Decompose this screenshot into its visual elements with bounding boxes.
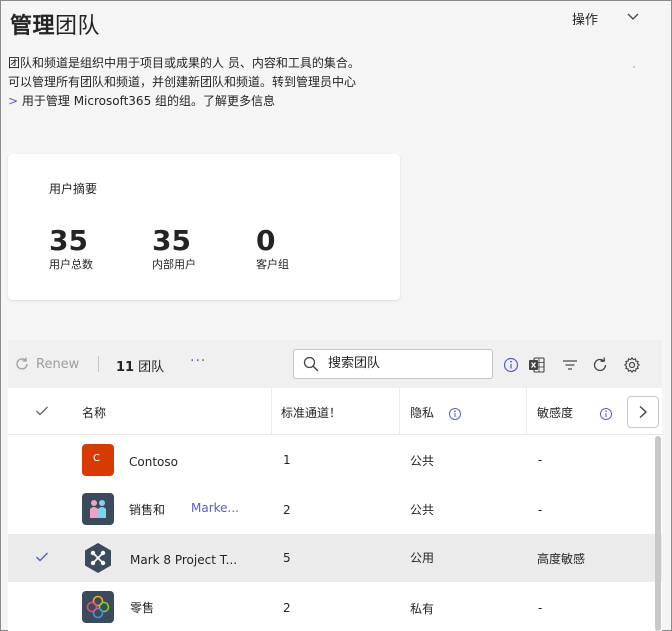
table-header: 名称 标准通道！ 隐私 敏感度 <box>8 388 662 435</box>
team-name[interactable]: Mark 8 Project T... <box>130 553 237 567</box>
avatar-letter: C <box>93 453 100 464</box>
channel-count: 5 <box>283 551 291 565</box>
table-row[interactable]: C Contoso 1 公共 - <box>8 436 662 484</box>
renew-icon <box>16 357 28 370</box>
channel-count: 2 <box>283 503 291 517</box>
column-divider <box>271 388 272 434</box>
toolbar-divider <box>98 356 99 372</box>
teams-table: 名称 标准通道！ 隐私 敏感度 C Contoso 1 公共 - 销售和 Mar… <box>8 388 662 631</box>
sensitivity-value: - <box>538 601 543 615</box>
table-row[interactable]: 销售和 Marke... 2 公共 - <box>8 485 662 533</box>
settings-gear-icon[interactable] <box>623 356 641 374</box>
channel-count: 2 <box>283 601 291 615</box>
page-title: 管理团队 <box>10 8 100 40</box>
stat-value: 35 <box>49 224 88 257</box>
chevron-down-icon[interactable] <box>626 10 640 24</box>
privacy-value: 公共 <box>410 503 435 517</box>
info-icon[interactable] <box>502 356 520 374</box>
stat-label: 内部用户 <box>152 258 196 271</box>
network-hexagon-icon <box>82 542 114 574</box>
info-icon[interactable] <box>599 407 613 421</box>
team-name[interactable]: Contoso <box>129 455 178 469</box>
row-selected-checkmark-icon[interactable] <box>35 551 49 563</box>
privacy-value: 公共 <box>410 454 435 468</box>
privacy-value: 私有 <box>410 602 435 616</box>
chevron-right-icon <box>639 405 648 419</box>
description: 团队和频道是组织中用于项目或成果的人 员、内容和工具的集合。 可以管理所有团队和… <box>8 54 408 111</box>
team-count-value: 11 <box>116 360 135 375</box>
filter-icon[interactable] <box>561 356 579 374</box>
sensitivity-value: 高度敏感 <box>537 552 586 566</box>
team-count-label: 团队 <box>138 360 165 375</box>
user-summary-card: 用户摘要 35 用户总数 35 内部用户 0 客户组 <box>8 154 400 300</box>
scroll-columns-right-button[interactable] <box>627 396 659 428</box>
column-header-privacy[interactable]: 隐私 <box>410 404 462 421</box>
team-name[interactable]: 销售和 <box>129 501 165 518</box>
sensitivity-value: - <box>538 503 543 517</box>
column-divider <box>399 388 400 434</box>
stat-label: 用户总数 <box>49 258 93 271</box>
renew-label: Renew <box>36 356 80 372</box>
stat-label: 客户组 <box>256 258 289 271</box>
column-divider <box>526 388 527 434</box>
team-count: 11 团队 <box>116 356 164 375</box>
contoso-avatar: C <box>82 444 114 476</box>
teams-toolbar: Renew 11 团队 ··· <box>8 340 662 388</box>
user-summary-title: 用户摘要 <box>49 182 98 196</box>
refresh-icon[interactable] <box>591 356 609 374</box>
sensitivity-value: - <box>538 453 543 467</box>
stat-value: 0 <box>256 224 276 257</box>
actions-button[interactable]: 操作 <box>572 9 598 28</box>
info-icon[interactable] <box>448 407 462 421</box>
stat-total-users: 35 用户总数 <box>49 224 93 272</box>
decorative-dot <box>633 66 635 68</box>
channel-count: 1 <box>283 453 291 467</box>
table-row[interactable]: 零售 2 私有 - <box>8 583 662 631</box>
description-line-2: 可以管理所有团队和频道，并创建新团队和频道。转到管理员中心 <box>8 75 357 89</box>
page-title-light: 团队 <box>55 14 101 39</box>
column-header-name[interactable]: 名称 <box>82 404 106 421</box>
search-icon <box>303 356 319 372</box>
search-input[interactable] <box>326 355 490 372</box>
more-options-button[interactable]: ··· <box>190 353 206 369</box>
select-all-checkmark-icon[interactable] <box>35 405 49 417</box>
column-header-sensitivity[interactable]: 敏感度 <box>537 404 613 421</box>
description-line-1: 团队和频道是组织中用于项目或成果的人 员、内容和工具的集合。 <box>8 56 360 70</box>
stat-guest-groups: 0 客户组 <box>256 224 289 272</box>
people-icon <box>82 493 114 525</box>
admin-center-link[interactable]: > <box>8 94 18 108</box>
column-header-sensitivity-label: 敏感度 <box>537 406 574 420</box>
team-name[interactable]: 零售 <box>130 599 154 616</box>
search-box[interactable] <box>293 349 493 379</box>
table-scrollbar[interactable] <box>655 436 661 631</box>
renew-button[interactable]: Renew <box>14 356 79 372</box>
description-line-3: 用于管理 Microsoft365 组的组。了解更多信息 <box>18 94 276 108</box>
stat-internal-users: 35 内部用户 <box>152 224 196 272</box>
excel-export-icon[interactable] <box>528 356 546 374</box>
privacy-value: 公用 <box>410 551 435 565</box>
column-header-privacy-label: 隐私 <box>410 406 435 420</box>
column-header-channels[interactable]: 标准通道！ <box>281 404 341 421</box>
team-name-continued[interactable]: Marke... <box>191 501 239 515</box>
stat-value: 35 <box>152 224 191 257</box>
page-title-bold: 管理 <box>10 14 56 39</box>
table-row[interactable]: Mark 8 Project T... 5 公用 高度敏感 <box>8 534 662 582</box>
flower-icon <box>82 591 114 623</box>
